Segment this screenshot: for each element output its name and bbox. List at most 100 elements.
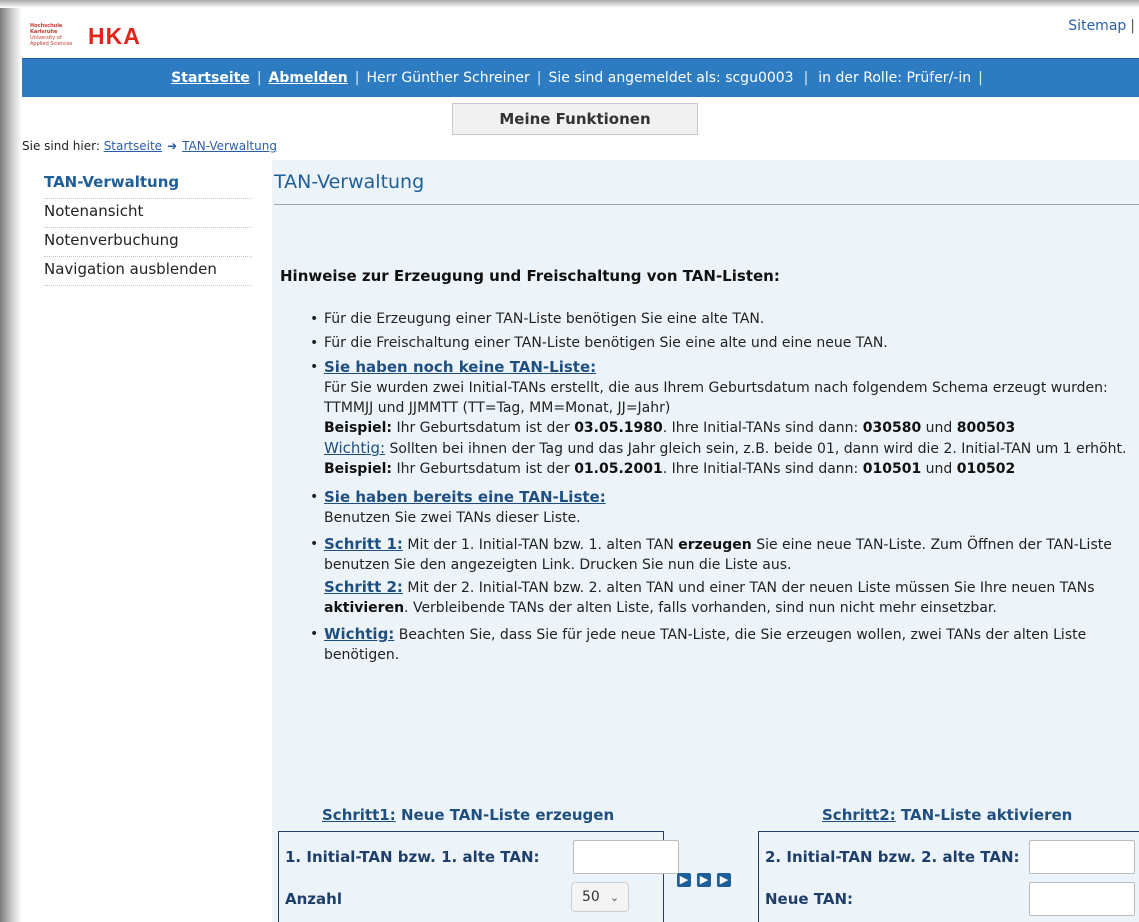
sitemap-link[interactable]: Sitemap xyxy=(1068,18,1126,34)
no-tan-list-heading: Sie haben noch keine TAN-Liste: xyxy=(324,358,597,376)
and-word: und xyxy=(925,420,953,436)
hint-text: Für Sie wurden zwei Initial-TANs erstell… xyxy=(324,380,1108,396)
logo-text: HKA xyxy=(88,23,141,49)
step-arrows: ▶ ▶ ▶ xyxy=(677,873,731,887)
important-note-1: Wichtig: Sollten bei ihnen der Tag und d… xyxy=(324,438,1133,459)
generate-tan-list-form: 1. Initial-TAN bzw. 1. alte TAN: Anzahl … xyxy=(278,831,679,922)
breadcrumb-home-link[interactable]: Startseite xyxy=(104,139,162,153)
has-tan-list-heading: Sie haben bereits eine TAN-Liste: xyxy=(324,488,606,506)
arrow-right-icon: ▶ xyxy=(677,873,691,887)
logout-link[interactable]: Abmelden xyxy=(269,70,348,86)
window-shadow-top xyxy=(0,0,1139,8)
title-divider xyxy=(274,204,1139,205)
list-item: Für die Freischaltung einer TAN-Liste be… xyxy=(308,333,1133,353)
nav-separator: | xyxy=(536,70,542,86)
hints-list: Für die Erzeugung einer TAN-Liste benöti… xyxy=(308,309,1133,665)
activate-tan-list-form: 2. Initial-TAN bzw. 2. alte TAN: Neue TA… xyxy=(758,831,1139,922)
step-text: . Verbleibende TANs der alten Liste, fal… xyxy=(404,600,997,616)
hint-text: Für die Erzeugung einer TAN-Liste benöti… xyxy=(324,311,765,327)
home-link[interactable]: Startseite xyxy=(171,70,250,86)
list-item: Schritt 1: Mit der 1. Initial-TAN bzw. 1… xyxy=(308,534,1133,618)
old-tan-1-input[interactable] xyxy=(573,840,679,874)
step-2: Schritt 2: Mit der 2. Initial-TAN bzw. 2… xyxy=(324,577,1133,618)
sidebar-item-tan-verwaltung[interactable]: TAN-Verwaltung xyxy=(44,170,252,199)
example-text: . Ihre Initial-TANs sind dann: xyxy=(662,461,859,477)
new-tan-label: Neue TAN: xyxy=(765,890,854,908)
login-info: Sie sind angemeldet als: scgu0003 xyxy=(548,70,794,86)
old-tan-1-label: 1. Initial-TAN bzw. 1. alte TAN: xyxy=(285,848,540,866)
example-text: . Ihre Initial-TANs sind dann: xyxy=(662,420,859,436)
breadcrumb-prefix: Sie sind hier: xyxy=(22,139,100,153)
logo-line-3: Applied Sciences xyxy=(30,41,73,47)
nav-separator: | xyxy=(354,70,360,86)
example-label: Beispiel: xyxy=(324,420,393,436)
form-title-step: Schritt2: xyxy=(822,806,896,824)
form-title-step: Schritt1: xyxy=(322,806,396,824)
logo-line-1: Hochschule Karlsruhe xyxy=(30,23,63,35)
step-text: Mit der 2. Initial-TAN bzw. 2. alten TAN… xyxy=(407,580,1095,596)
example-tan: 010501 xyxy=(862,461,922,477)
user-name: Herr Günther Schreiner xyxy=(366,70,530,86)
sidebar: TAN-Verwaltung Notenansicht Notenverbuch… xyxy=(44,170,252,286)
example-tan: 010502 xyxy=(956,461,1016,477)
tan-schema: TTMMJJ und JJMMTT (TT=Tag, MM=Monat, JJ=… xyxy=(324,400,671,416)
step-emphasis: erzeugen xyxy=(678,537,752,553)
breadcrumb-current-link[interactable]: TAN-Verwaltung xyxy=(182,139,277,153)
example-date: 03.05.1980 xyxy=(574,420,663,436)
list-item: Sie haben bereits eine TAN-Liste: Benutz… xyxy=(308,487,1133,528)
step-text: Mit der 1. Initial-TAN bzw. 1. alten TAN xyxy=(407,537,674,553)
list-item: Sie haben noch keine TAN-Liste: Für Sie … xyxy=(308,357,1133,479)
sidebar-item-notenansicht[interactable]: Notenansicht xyxy=(44,199,252,228)
example-label: Beispiel: xyxy=(324,461,393,477)
breadcrumb: Sie sind hier: Startseite ➜ TAN-Verwaltung xyxy=(22,139,277,153)
old-tan-2-input[interactable] xyxy=(1029,840,1135,874)
example-tan: 030580 xyxy=(862,420,922,436)
step-2-label: Schritt 2: xyxy=(324,578,403,596)
logo-small-text: Hochschule Karlsruhe University of Appli… xyxy=(30,23,80,47)
step-1-form-title: Schritt1: Neue TAN-Liste erzeugen xyxy=(322,806,614,824)
list-item: Für die Erzeugung einer TAN-Liste benöti… xyxy=(308,309,1133,329)
arrow-right-icon: ▶ xyxy=(717,873,731,887)
hka-logo[interactable]: Hochschule Karlsruhe University of Appli… xyxy=(26,15,186,49)
example-text: Ihr Geburtsdatum ist der xyxy=(396,420,570,436)
logout-access-key: A xyxy=(268,70,280,86)
example-tan: 800503 xyxy=(956,420,1016,436)
example-2: Beispiel: Ihr Geburtsdatum ist der 01.05… xyxy=(324,459,1133,479)
important-label: Wichtig: xyxy=(324,625,395,643)
count-select[interactable]: 50 ⌄ xyxy=(571,882,629,912)
my-functions-button[interactable]: Meine Funktionen xyxy=(452,103,698,135)
page-title: TAN-Verwaltung xyxy=(274,171,425,193)
and-word: und xyxy=(925,461,953,477)
arrow-right-icon: ▶ xyxy=(697,873,711,887)
top-navigation-bar: Startseite | Abmelden | Herr Günther Sch… xyxy=(22,58,1139,97)
hints-heading: Hinweise zur Erzeugung und Freischaltung… xyxy=(280,267,780,285)
list-item: Wichtig: Beachten Sie, dass Sie für jede… xyxy=(308,624,1133,665)
form-title-text: TAN-Liste aktivieren xyxy=(900,806,1073,824)
chevron-down-icon: ⌄ xyxy=(609,890,620,904)
sidebar-item-hide-navigation[interactable]: Navigation ausblenden xyxy=(44,257,252,286)
window-shadow-left xyxy=(0,0,22,922)
sidebar-item-notenverbuchung[interactable]: Notenverbuchung xyxy=(44,228,252,257)
arrow-right-icon: ➜ xyxy=(167,139,178,153)
example-text: Ihr Geburtsdatum ist der xyxy=(396,461,570,477)
count-label: Anzahl xyxy=(285,890,342,908)
old-tan-2-label: 2. Initial-TAN bzw. 2. alte TAN: xyxy=(765,848,1020,866)
step-1-label: Schritt 1: xyxy=(324,535,403,553)
form-title-text: Neue TAN-Liste erzeugen xyxy=(400,806,615,824)
page: Hochschule Karlsruhe University of Appli… xyxy=(22,8,1139,922)
hint-text: Für die Freischaltung einer TAN-Liste be… xyxy=(324,335,888,351)
nav-separator: | xyxy=(803,70,809,86)
nav-separator: | xyxy=(978,70,983,86)
example-1: Beispiel: Ihr Geburtsdatum ist der 03.05… xyxy=(324,418,1133,438)
important-text: Beachten Sie, dass Sie für jede neue TAN… xyxy=(324,627,1087,663)
sitemap-separator: | xyxy=(1130,18,1135,34)
count-selected-value: 50 xyxy=(582,889,600,905)
important-label: Wichtig: xyxy=(324,439,386,457)
logout-label-rest: bmelden xyxy=(279,70,348,86)
step-2-form-title: Schritt2: TAN-Liste aktivieren xyxy=(822,806,1072,824)
step-emphasis: aktivieren xyxy=(324,600,405,616)
sitemap-area: Sitemap | xyxy=(1068,18,1135,34)
important-text: Sollten bei ihnen der Tag und das Jahr g… xyxy=(389,441,1127,457)
new-tan-input[interactable] xyxy=(1029,882,1135,916)
hint-text: Benutzen Sie zwei TANs dieser Liste. xyxy=(324,510,581,526)
